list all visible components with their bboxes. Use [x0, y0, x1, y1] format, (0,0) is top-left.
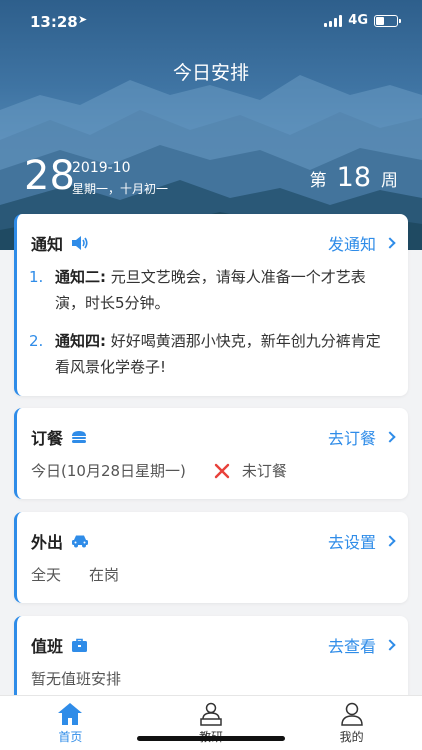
meal-date: 今日(10月28日星期一) [31, 462, 186, 480]
outing-title: 外出 [31, 533, 64, 552]
chevron-right-icon [384, 535, 396, 547]
network-type: 4G [348, 13, 368, 28]
status-bar: 13:28 ➤ 4G [0, 0, 422, 44]
notice-index: 1. [29, 268, 44, 286]
week-suffix: 周 [381, 171, 398, 191]
notice-label: 通知二: [55, 268, 106, 286]
notice-item[interactable]: 2. 通知四: 好好喝黄酒那小快克，新年创九分裤肯定看风景化学卷子! [29, 328, 394, 380]
tab-research[interactable]: 教研 [141, 696, 282, 750]
notice-list: 1. 通知二: 元旦文艺晚会，请每人准备一个才艺表演，时长5分钟。 2. 通知四… [29, 264, 394, 392]
notice-item[interactable]: 1. 通知二: 元旦文艺晚会，请每人准备一个才艺表演，时长5分钟。 [29, 264, 394, 316]
view-duty-label: 去查看 [327, 637, 376, 656]
chevron-right-icon [384, 639, 396, 651]
meal-status: 未订餐 [241, 462, 287, 480]
day-number: 28 [24, 153, 75, 199]
duty-row: 暂无值班安排 [31, 668, 121, 689]
tab-mine[interactable]: 我的 [281, 696, 422, 750]
page-title: 今日安排 [172, 62, 249, 84]
location-arrow-icon: ➤ [78, 13, 88, 26]
send-notice-label: 发通知 [327, 235, 376, 254]
tab-bar: 首页 教研 我的 [0, 695, 422, 750]
chevron-right-icon [384, 237, 396, 249]
outing-settings-link[interactable]: 去设置 [327, 529, 396, 553]
home-indicator [137, 736, 285, 741]
order-meal-label: 去订餐 [327, 429, 376, 448]
outing-time: 全天 [31, 566, 62, 584]
send-notice-link[interactable]: 发通知 [327, 231, 396, 255]
notice-label: 通知四: [55, 332, 106, 350]
chevron-right-icon [384, 431, 396, 443]
header-banner: 13:28 ➤ 4G 今日安排 28 2019-10 星期一，十月初一 第 18… [0, 0, 422, 250]
teacher-desk-icon [200, 702, 222, 726]
year-month: 2019-10 [72, 160, 131, 176]
speaker-icon [72, 236, 88, 250]
home-icon [58, 703, 83, 725]
tab-label: 首页 [58, 730, 83, 744]
meal-status-row: 今日(10月28日星期一) 未订餐 [31, 460, 287, 481]
week-indicator: 第 18 周 [310, 162, 398, 193]
car-icon [72, 535, 89, 548]
tab-label: 我的 [339, 730, 364, 744]
outing-status-row: 全天 在岗 [31, 564, 119, 585]
week-prefix: 第 [309, 171, 327, 191]
view-duty-link[interactable]: 去查看 [327, 633, 396, 657]
outing-settings-label: 去设置 [327, 533, 376, 552]
status-time: 13:28 [30, 13, 78, 31]
outing-status: 在岗 [89, 566, 120, 584]
burger-icon [72, 431, 87, 443]
meal-title: 订餐 [31, 429, 64, 448]
battery-icon [374, 14, 401, 27]
cross-icon [214, 463, 230, 478]
meal-card: 订餐 去订餐 今日(10月28日星期一) 未订餐 [14, 408, 408, 499]
tab-home[interactable]: 首页 [0, 696, 141, 750]
signal-icon [324, 14, 343, 27]
duty-text: 暂无值班安排 [31, 670, 122, 688]
briefcase-icon [72, 638, 88, 652]
outing-card: 外出 去设置 全天 在岗 [14, 512, 408, 603]
notice-index: 2. [29, 332, 44, 350]
order-meal-link[interactable]: 去订餐 [327, 425, 396, 449]
notice-card: 通知 发通知 1. 通知二: 元旦文艺晚会，请每人准备一个才艺表演，时长5分钟。… [14, 214, 408, 396]
weekday-lunar: 星期一，十月初一 [72, 182, 169, 196]
notice-title: 通知 [31, 235, 64, 254]
duty-title: 值班 [31, 637, 64, 656]
person-icon [340, 702, 363, 726]
week-number: 18 [336, 162, 371, 193]
